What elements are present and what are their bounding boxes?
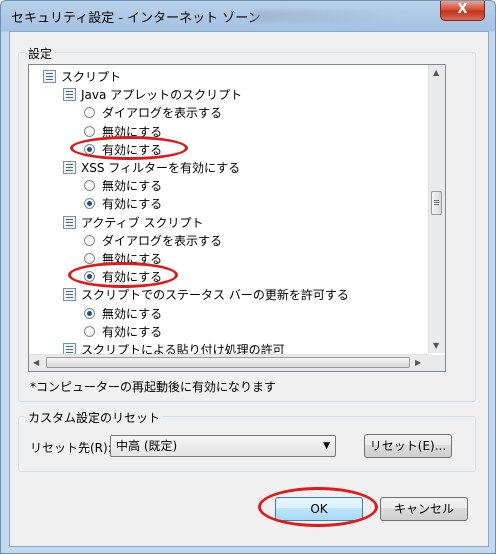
settings-radio-option[interactable]: 無効にする xyxy=(29,177,427,195)
settings-group-node[interactable]: スクリプトでのステータス バーの更新を許可する xyxy=(29,286,427,304)
window-title: セキュリティ設定 - インターネット ゾーン xyxy=(11,11,261,26)
scroll-down-arrow-icon[interactable]: ▼ xyxy=(433,341,439,351)
reset-target-label: リセット先(R): xyxy=(30,441,112,455)
settings-radio-option[interactable]: 有効にする xyxy=(29,268,427,286)
radio-checked-icon[interactable] xyxy=(84,271,95,283)
settings-node-label: スクリプト xyxy=(61,70,122,84)
settings-radio-option[interactable]: 無効にする xyxy=(29,123,427,141)
settings-radio-label: 有効にする xyxy=(102,142,163,157)
settings-node-icon xyxy=(63,161,76,174)
settings-radio-option[interactable]: 有効にする xyxy=(29,141,427,159)
radio-checked-icon[interactable] xyxy=(84,143,95,155)
settings-node-icon xyxy=(63,88,76,102)
settings-radio-label: 無効にする xyxy=(102,306,163,321)
ok-button[interactable]: OK xyxy=(275,497,363,521)
settings-tree-list[interactable]: スクリプト Java アプレットのスクリプト ダイアログを表示する 無効にする 有効にす… xyxy=(28,64,446,372)
settings-node-icon xyxy=(43,70,56,83)
settings-node-label: XSS フィルターを有効にする xyxy=(81,161,241,175)
settings-radio-label: 無効にする xyxy=(102,252,163,266)
settings-radio-option[interactable]: 有効にする xyxy=(29,323,427,341)
reset-group-legend: カスタム設定のリセット xyxy=(25,409,164,426)
radio-unchecked-icon[interactable] xyxy=(84,325,95,337)
radio-unchecked-icon[interactable] xyxy=(84,253,95,264)
settings-radio-option[interactable]: 有効にする xyxy=(29,195,427,213)
settings-radio-label: ダイアログを表示する xyxy=(102,233,223,248)
radio-checked-icon[interactable] xyxy=(84,307,95,319)
radio-checked-icon[interactable] xyxy=(84,198,95,210)
settings-radio-option[interactable]: 無効にする xyxy=(29,250,427,268)
settings-radio-label: 無効にする xyxy=(102,179,163,194)
settings-group-legend: 設定 xyxy=(25,45,56,62)
radio-unchecked-icon[interactable] xyxy=(84,180,95,192)
cancel-button[interactable]: キャンセル xyxy=(380,497,468,521)
reset-level-dropdown[interactable]: 中高 (既定) ▼ xyxy=(110,435,336,457)
title-bar[interactable]: セキュリティ設定 - インターネット ゾーン X xyxy=(1,1,495,31)
radio-unchecked-icon[interactable] xyxy=(84,125,95,137)
scrollbar-corner xyxy=(429,355,445,371)
settings-radio-option[interactable]: 無効にする xyxy=(29,305,427,323)
settings-radio-label: 有効にする xyxy=(102,197,163,212)
settings-radio-label: ダイアログを表示する xyxy=(102,106,223,121)
scroll-right-arrow-icon[interactable]: ▶ xyxy=(415,358,421,368)
settings-radio-option[interactable]: ダイアログを表示する xyxy=(29,104,427,122)
restart-note: *コンピューターの再起動後に有効になります xyxy=(30,380,277,394)
chevron-down-icon: ▼ xyxy=(323,441,330,451)
settings-group-node[interactable]: アクティブ スクリプト xyxy=(29,214,427,232)
scroll-left-arrow-icon[interactable]: ◀ xyxy=(33,358,39,368)
settings-radio-label: 無効にする xyxy=(102,124,163,139)
settings-node-icon xyxy=(63,215,76,229)
settings-radio-option[interactable]: ダイアログを表示する xyxy=(29,232,427,250)
settings-radio-label: 有効にする xyxy=(102,270,163,285)
blurred-title-region xyxy=(253,10,403,22)
reset-button[interactable]: リセット(E)... xyxy=(364,434,452,458)
settings-node-icon xyxy=(63,288,76,302)
radio-unchecked-icon[interactable] xyxy=(84,107,95,119)
settings-group-node[interactable]: Java アプレットのスクリプト xyxy=(29,86,427,104)
settings-radio-label: 有効にする xyxy=(102,324,163,339)
settings-group-node[interactable]: XSS フィルターを有効にする xyxy=(29,159,427,177)
vertical-scrollbar[interactable]: ▲ ▼ xyxy=(428,65,445,353)
close-button[interactable]: X xyxy=(440,1,485,21)
scroll-up-arrow-icon[interactable]: ▲ xyxy=(433,68,439,78)
settings-node-label: スクリプトでのステータス バーの更新を許可する xyxy=(81,288,349,303)
settings-node-label: Java アプレットのスクリプト xyxy=(81,88,243,103)
reset-level-value: 中高 (既定) xyxy=(116,439,178,453)
radio-unchecked-icon[interactable] xyxy=(84,234,95,246)
vertical-scroll-thumb[interactable] xyxy=(431,191,442,215)
horizontal-scrollbar[interactable]: ◀ ▶ xyxy=(29,354,429,371)
settings-node-label: アクティブ スクリプト xyxy=(81,215,204,230)
horizontal-scroll-thumb[interactable] xyxy=(46,357,410,368)
settings-group-node[interactable]: スクリプト xyxy=(29,68,427,86)
